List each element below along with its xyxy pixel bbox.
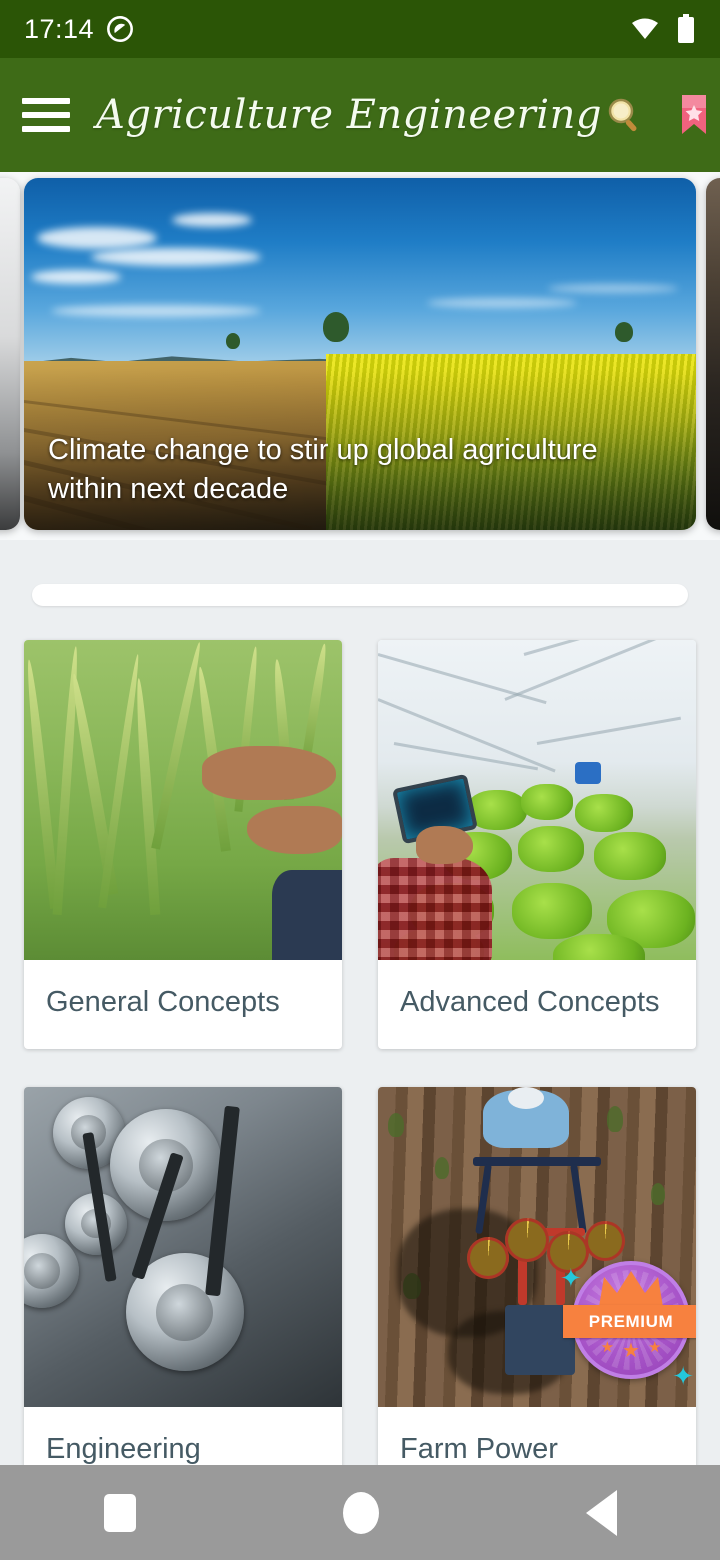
- category-card-engineering[interactable]: Engineering: [24, 1087, 342, 1496]
- search-icon[interactable]: [602, 91, 646, 139]
- category-card-farm-power[interactable]: PREMIUM ★ ★ ★ ✦ ✦ Farm Power: [378, 1087, 696, 1496]
- news-carousel[interactable]: Climate change to stir up global agricul…: [0, 172, 720, 540]
- category-card-general-concepts[interactable]: General Concepts: [24, 640, 342, 1049]
- app-root: 17:14 Agriculture Engineering Climate ch…: [0, 0, 720, 1560]
- carousel-slide-next[interactable]: [706, 178, 720, 530]
- premium-label: PREMIUM: [563, 1305, 696, 1338]
- main-content: General Concepts Advanced Concepts Engin…: [0, 540, 720, 1560]
- sparkle-icon: ✦: [560, 1263, 582, 1293]
- do-not-disturb-icon: [106, 15, 134, 43]
- back-button[interactable]: [585, 1489, 617, 1536]
- app-bar: Agriculture Engineering: [0, 58, 720, 172]
- carousel-slide-previous[interactable]: [0, 178, 20, 530]
- recents-button[interactable]: [103, 1493, 136, 1532]
- carousel-headline: Climate change to stir up global agricul…: [48, 434, 598, 505]
- premium-badge: PREMIUM ★ ★ ★ ✦ ✦: [560, 1261, 696, 1389]
- android-navigation-bar: [0, 1465, 720, 1560]
- status-bar-right: [630, 14, 696, 44]
- star-icon: ★: [622, 1340, 640, 1362]
- premium-stars: ★ ★ ★: [572, 1338, 690, 1363]
- star-icon: ★: [647, 1339, 662, 1356]
- bookmark-icon[interactable]: [672, 91, 716, 139]
- sparkle-icon: ✦: [672, 1361, 694, 1391]
- star-icon: ★: [600, 1339, 615, 1356]
- category-grid: General Concepts Advanced Concepts Engin…: [24, 640, 696, 1496]
- category-image-engine: [24, 1087, 342, 1407]
- category-image-greenhouse: [378, 640, 696, 960]
- home-button[interactable]: [342, 1491, 379, 1534]
- category-image-farm-power: PREMIUM ★ ★ ★ ✦ ✦: [378, 1087, 696, 1407]
- page-title: Agriculture Engineering: [96, 92, 602, 138]
- hamburger-menu-icon[interactable]: [22, 98, 70, 132]
- battery-icon: [676, 14, 696, 44]
- category-label: Advanced Concepts: [400, 986, 660, 1018]
- category-label: General Concepts: [46, 986, 280, 1018]
- category-image-rice-crop: [24, 640, 342, 960]
- search-input[interactable]: [32, 584, 688, 606]
- category-card-advanced-concepts[interactable]: Advanced Concepts: [378, 640, 696, 1049]
- carousel-slide-active[interactable]: Climate change to stir up global agricul…: [24, 178, 696, 530]
- status-bar-left: 17:14: [24, 14, 134, 45]
- status-time: 17:14: [24, 13, 95, 44]
- wifi-icon: [630, 16, 660, 42]
- app-bar-actions: [602, 91, 720, 139]
- status-bar: 17:14: [0, 0, 720, 58]
